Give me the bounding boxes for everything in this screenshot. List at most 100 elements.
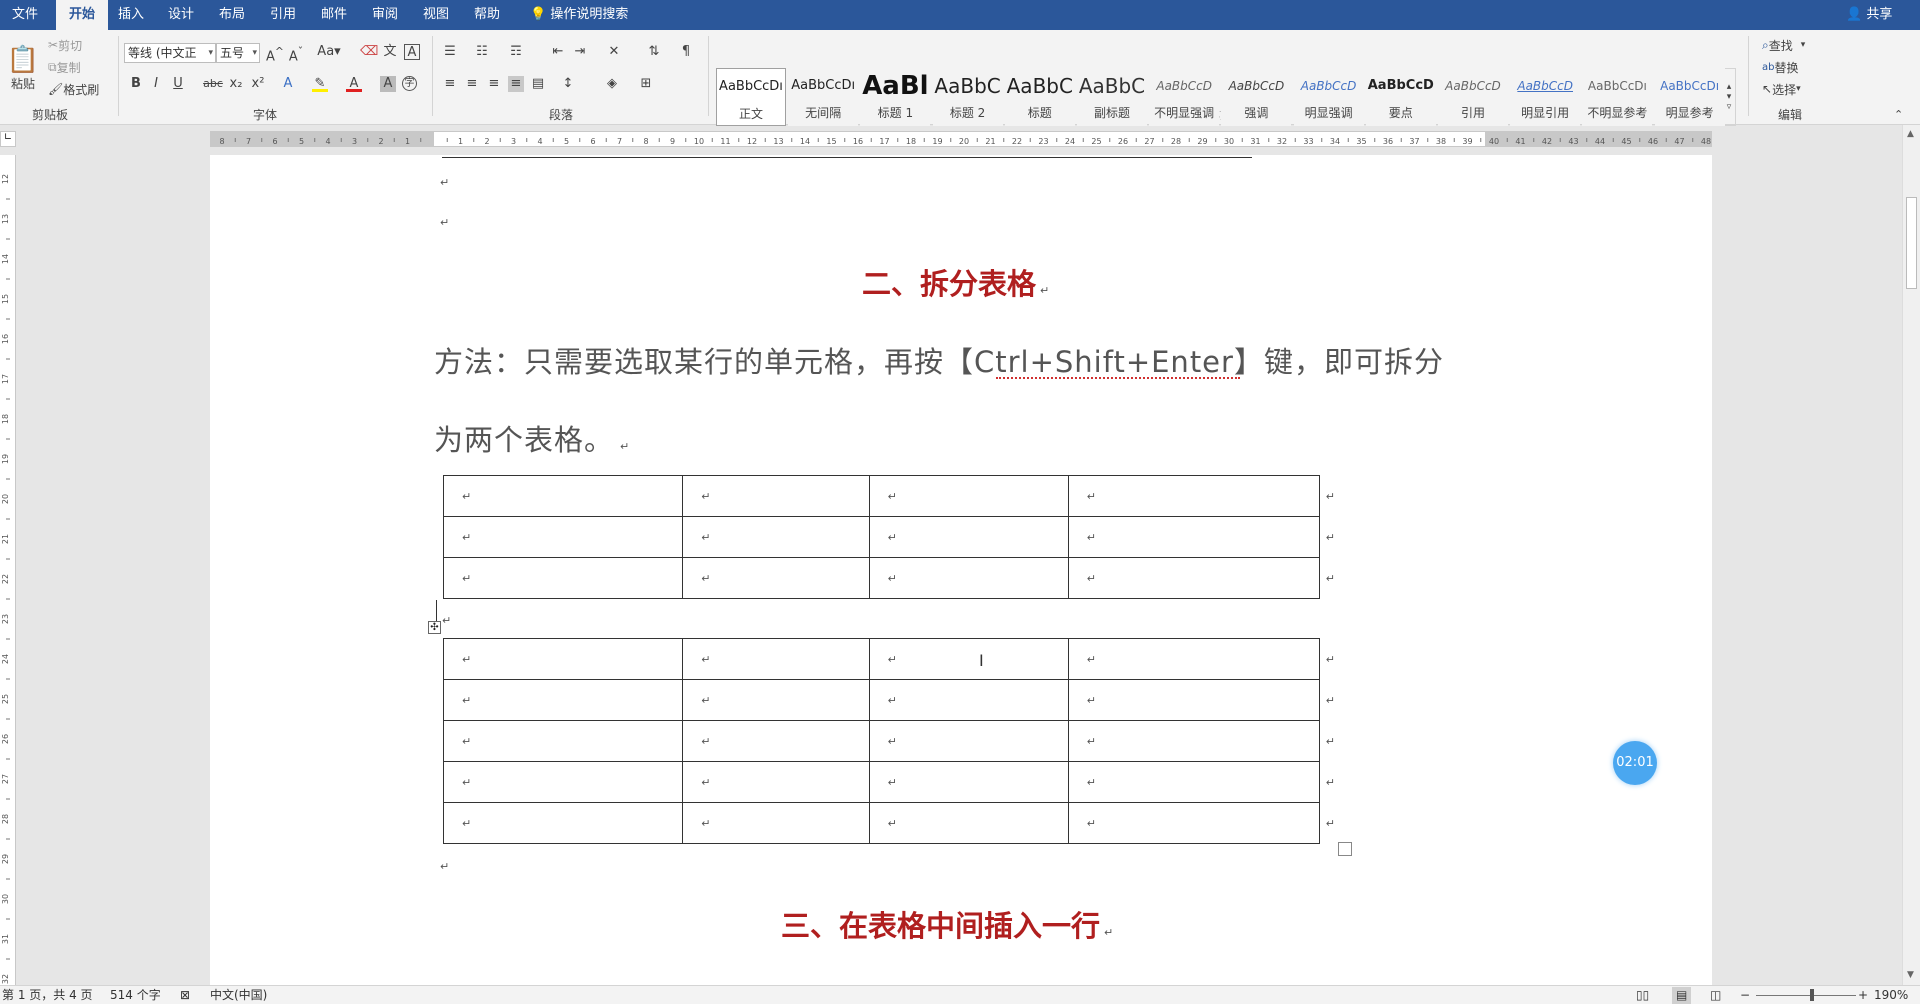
tell-me-search[interactable]: 💡 操作说明搜索 bbox=[520, 0, 638, 30]
paste-button[interactable]: 📋 粘贴 bbox=[6, 36, 40, 100]
language-indicator[interactable]: 中文(中国) bbox=[210, 987, 267, 1004]
copy-button[interactable]: ⧉ 复制 bbox=[48, 58, 81, 76]
zoom-slider-thumb[interactable] bbox=[1810, 989, 1814, 1001]
table-cell[interactable]: ↵ bbox=[1067, 475, 1320, 517]
clear-format-button[interactable]: ⌫ bbox=[360, 44, 378, 60]
table-cell[interactable]: ↵ bbox=[868, 638, 1069, 680]
table-cell[interactable]: ↵ bbox=[1067, 720, 1320, 762]
zoom-slider[interactable] bbox=[1756, 995, 1856, 996]
text-effects-button[interactable]: A bbox=[280, 76, 296, 92]
chevron-up-icon[interactable]: ▲ bbox=[1907, 129, 1914, 139]
word-count[interactable]: 514 个字 bbox=[110, 987, 161, 1004]
table-cell[interactable]: ↵ bbox=[682, 475, 870, 517]
sort-button[interactable]: ⇅ bbox=[646, 44, 662, 60]
table-cell[interactable]: ↵ bbox=[442, 557, 684, 599]
web-layout-icon[interactable]: ◫ bbox=[1710, 987, 1721, 1004]
table-cell[interactable]: ↵ bbox=[868, 720, 1069, 762]
show-marks-button[interactable]: ¶ bbox=[678, 44, 694, 60]
table-cell[interactable]: ↵ bbox=[682, 516, 870, 558]
decrease-indent-button[interactable]: ⇤ bbox=[550, 44, 566, 60]
highlight-button[interactable]: ✎ bbox=[312, 76, 328, 92]
bold-button[interactable]: B bbox=[128, 76, 144, 92]
font-color-button[interactable]: A bbox=[346, 76, 362, 92]
style-tile[interactable]: AaBbCcDı 正文 bbox=[716, 68, 786, 126]
table-cell[interactable]: ↵ bbox=[868, 761, 1069, 803]
document-page[interactable]: ↵ ↵ 二、拆分表格 ↵ 方法：只需要选取某行的单元格，再按【Ctrl+Shift… bbox=[210, 155, 1712, 985]
scrollbar-thumb[interactable] bbox=[1906, 197, 1917, 289]
table-cell[interactable]: ↵ bbox=[442, 638, 684, 680]
distributed-button[interactable]: ▤ bbox=[530, 76, 546, 92]
tab-design[interactable]: 设计 bbox=[158, 0, 204, 30]
char-shading-button[interactable]: A bbox=[380, 76, 396, 92]
table-cell[interactable]: ↵ bbox=[1067, 761, 1320, 803]
multilevel-list-button[interactable]: ☶ bbox=[508, 44, 524, 60]
style-tile[interactable]: AaBbCcD 引用 bbox=[1438, 68, 1508, 126]
table-cell[interactable]: ↵ bbox=[1067, 679, 1320, 721]
table-cell[interactable]: ↵ bbox=[868, 516, 1069, 558]
share-button[interactable]: 👤 共享 bbox=[1836, 0, 1902, 30]
table-cell[interactable]: ↵ bbox=[442, 516, 684, 558]
style-tile[interactable]: AaBl 标题 1 bbox=[860, 68, 931, 126]
tab-view[interactable]: 视图 bbox=[413, 0, 459, 30]
format-painter-button[interactable]: 🖌 格式刷 bbox=[48, 80, 99, 98]
table-cell[interactable]: ↵ bbox=[682, 557, 870, 599]
table-cell[interactable]: ↵ bbox=[868, 557, 1069, 599]
chevron-down-icon[interactable]: ▼ bbox=[1907, 970, 1914, 980]
tab-references[interactable]: 引用 bbox=[260, 0, 306, 30]
style-tile[interactable]: AaBbCcD 明显强调 bbox=[1293, 68, 1364, 126]
read-mode-icon[interactable]: ▯▯ bbox=[1636, 987, 1649, 1004]
style-tile[interactable]: AaBbCcDı 无间隔 bbox=[788, 68, 859, 126]
table-cell[interactable]: ↵ bbox=[682, 802, 870, 844]
page-count[interactable]: 第 1 页，共 4 页 bbox=[2, 987, 93, 1004]
align-right-button[interactable]: ≡ bbox=[486, 76, 502, 92]
italic-button[interactable]: I bbox=[148, 76, 164, 92]
line-spacing-button[interactable]: ↕ bbox=[560, 76, 576, 92]
grow-font-button[interactable]: A^ bbox=[266, 44, 284, 64]
char-border-button[interactable]: A bbox=[404, 44, 420, 60]
vertical-scrollbar[interactable]: ▲ ▼ bbox=[1902, 125, 1920, 985]
font-size-combo[interactable]: 五号 ▾ bbox=[216, 43, 260, 63]
tab-home[interactable]: 开始 bbox=[56, 0, 108, 30]
table-cell[interactable]: ↵ bbox=[442, 802, 684, 844]
chinese-layout-button[interactable]: ✕ bbox=[606, 44, 622, 60]
table-cell[interactable]: ↵ bbox=[442, 720, 684, 762]
style-tile[interactable]: AaBbCcD 强调 bbox=[1221, 68, 1292, 126]
phonetic-guide-button[interactable]: 文 bbox=[382, 44, 398, 60]
style-tile[interactable]: AaBbCcDı 不明显参考 bbox=[1582, 68, 1653, 126]
table-cell[interactable]: ↵ bbox=[442, 761, 684, 803]
justify-button[interactable]: ≡ bbox=[508, 76, 524, 92]
table-cell[interactable]: ↵ bbox=[1067, 516, 1320, 558]
underline-button[interactable]: U bbox=[170, 76, 186, 92]
horizontal-ruler[interactable]: 8 7 6 5 4 3 2 1 1 2 3 4 5 6 7 8 9 10 11 12 13 14 15 16 17 18 19 20 2… bbox=[210, 131, 1712, 147]
table-cell[interactable]: ↵ bbox=[868, 802, 1069, 844]
collapse-ribbon-button[interactable]: ⌃ bbox=[1894, 108, 1903, 121]
style-tile[interactable]: AaBbC 副标题 bbox=[1077, 68, 1147, 126]
recording-timer[interactable]: 02:01 bbox=[1613, 741, 1657, 785]
select-button[interactable]: ↖ 选择 ▾ bbox=[1762, 80, 1801, 98]
tab-insert[interactable]: 插入 bbox=[108, 0, 154, 30]
table-cell[interactable]: ↵ bbox=[442, 679, 684, 721]
numbering-button[interactable]: ☷ bbox=[474, 44, 490, 60]
table-cell[interactable]: ↵ bbox=[868, 679, 1069, 721]
tab-mailings[interactable]: 邮件 bbox=[311, 0, 357, 30]
find-button[interactable]: ⌕ 查找 ▾ bbox=[1762, 36, 1805, 54]
bullets-button[interactable]: ☰ bbox=[442, 44, 458, 60]
cut-button[interactable]: ✂ 剪切 bbox=[48, 36, 82, 54]
vertical-ruler[interactable]: 12 13 14 15 16 17 18 19 20 21 22 23 24 25 26 27 28 29 30 31… bbox=[0, 155, 16, 985]
tab-selector[interactable]: ∟ bbox=[0, 131, 16, 147]
style-tile[interactable]: AaBbC 标题 2 bbox=[932, 68, 1003, 126]
style-tile[interactable]: AaBbCcD 不明显强调 bbox=[1149, 68, 1220, 126]
align-center-button[interactable]: ≡ bbox=[464, 76, 480, 92]
style-tile[interactable]: AaBbC 标题 bbox=[1004, 68, 1075, 126]
table-top[interactable]: ↵ ↵ ↵ ↵ ↵ ↵ ↵ ↵ ↵ ↵ ↵ ↵ ↵ ↵ ↵ bbox=[442, 475, 1336, 599]
subscript-button[interactable]: x₂ bbox=[228, 76, 244, 92]
shading-button[interactable]: ◈ bbox=[604, 76, 620, 92]
font-name-combo[interactable]: 等线 (中文正 ▾ bbox=[124, 43, 216, 63]
table-cell[interactable]: ↵ bbox=[1067, 638, 1320, 680]
table-resize-handle[interactable] bbox=[1338, 842, 1352, 856]
table-cell[interactable]: ↵ bbox=[682, 720, 870, 762]
proofing-icon[interactable]: ⊠ bbox=[180, 987, 190, 1004]
tab-review[interactable]: 审阅 bbox=[362, 0, 408, 30]
table-cell[interactable]: ↵ bbox=[442, 475, 684, 517]
table-cell[interactable]: ↵ bbox=[682, 679, 870, 721]
